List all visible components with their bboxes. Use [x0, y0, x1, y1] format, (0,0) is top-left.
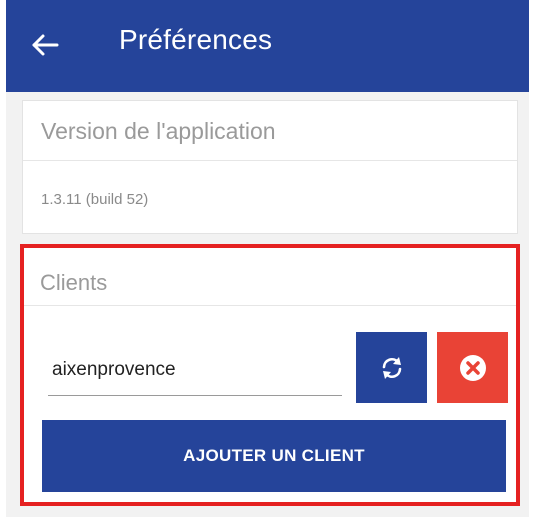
clients-header-label: Clients [40, 270, 108, 295]
refresh-client-button[interactable] [356, 332, 427, 403]
clients-card: Clients AJOUTER UN CLIENT [20, 244, 520, 506]
version-value: 1.3.11 (build 52) [41, 191, 149, 208]
back-button[interactable] [30, 30, 60, 60]
add-client-button[interactable]: AJOUTER UN CLIENT [42, 420, 506, 492]
version-header: Version de l'application [23, 101, 517, 161]
arrow-left-icon [32, 34, 59, 56]
page-title: Préférences [119, 24, 273, 55]
sync-icon [382, 356, 401, 379]
version-card: Version de l'application 1.3.11 (build 5… [22, 100, 518, 234]
close-circle-icon [459, 354, 486, 381]
version-header-label: Version de l'application [41, 118, 276, 144]
app-bar: Préférences [6, 0, 529, 92]
delete-client-button[interactable] [437, 332, 508, 403]
client-name-input[interactable] [48, 344, 342, 396]
clients-header: Clients [24, 248, 516, 306]
preferences-screen: Préférences Version de l'application 1.3… [0, 0, 535, 517]
